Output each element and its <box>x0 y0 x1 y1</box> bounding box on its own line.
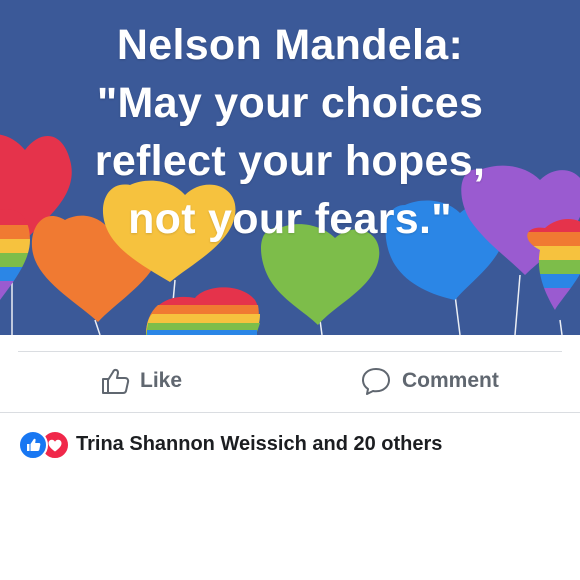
reaction-summary[interactable]: Trina Shannon Weissich and 20 others <box>18 428 442 460</box>
like-reaction-icon <box>18 430 48 460</box>
thumbs-up-icon <box>102 368 130 394</box>
comment-label: Comment <box>402 369 499 392</box>
like-button[interactable]: Like <box>100 352 182 410</box>
quote-line: not your fears." <box>128 195 452 243</box>
quote-line: reflect your hopes, <box>94 137 486 185</box>
like-label: Like <box>140 369 183 392</box>
comment-bubble-icon <box>362 368 390 395</box>
post-image[interactable]: Nelson Mandela: "May your choices reflec… <box>0 0 580 335</box>
reaction-summary-text[interactable]: Trina Shannon Weissich and 20 others <box>76 433 442 456</box>
comment-button[interactable]: Comment <box>360 352 499 410</box>
rainbow-heart-balloon-bottom <box>146 287 260 335</box>
action-bar: Like Comment <box>0 352 580 410</box>
quote-text: Nelson Mandela: "May your choices reflec… <box>0 16 580 248</box>
reaction-icons <box>18 430 70 460</box>
divider-bottom <box>0 412 580 413</box>
facebook-post: Nelson Mandela: "May your choices reflec… <box>0 0 580 580</box>
quote-line: "May your choices <box>96 79 484 127</box>
quote-line: Nelson Mandela: <box>116 21 464 69</box>
